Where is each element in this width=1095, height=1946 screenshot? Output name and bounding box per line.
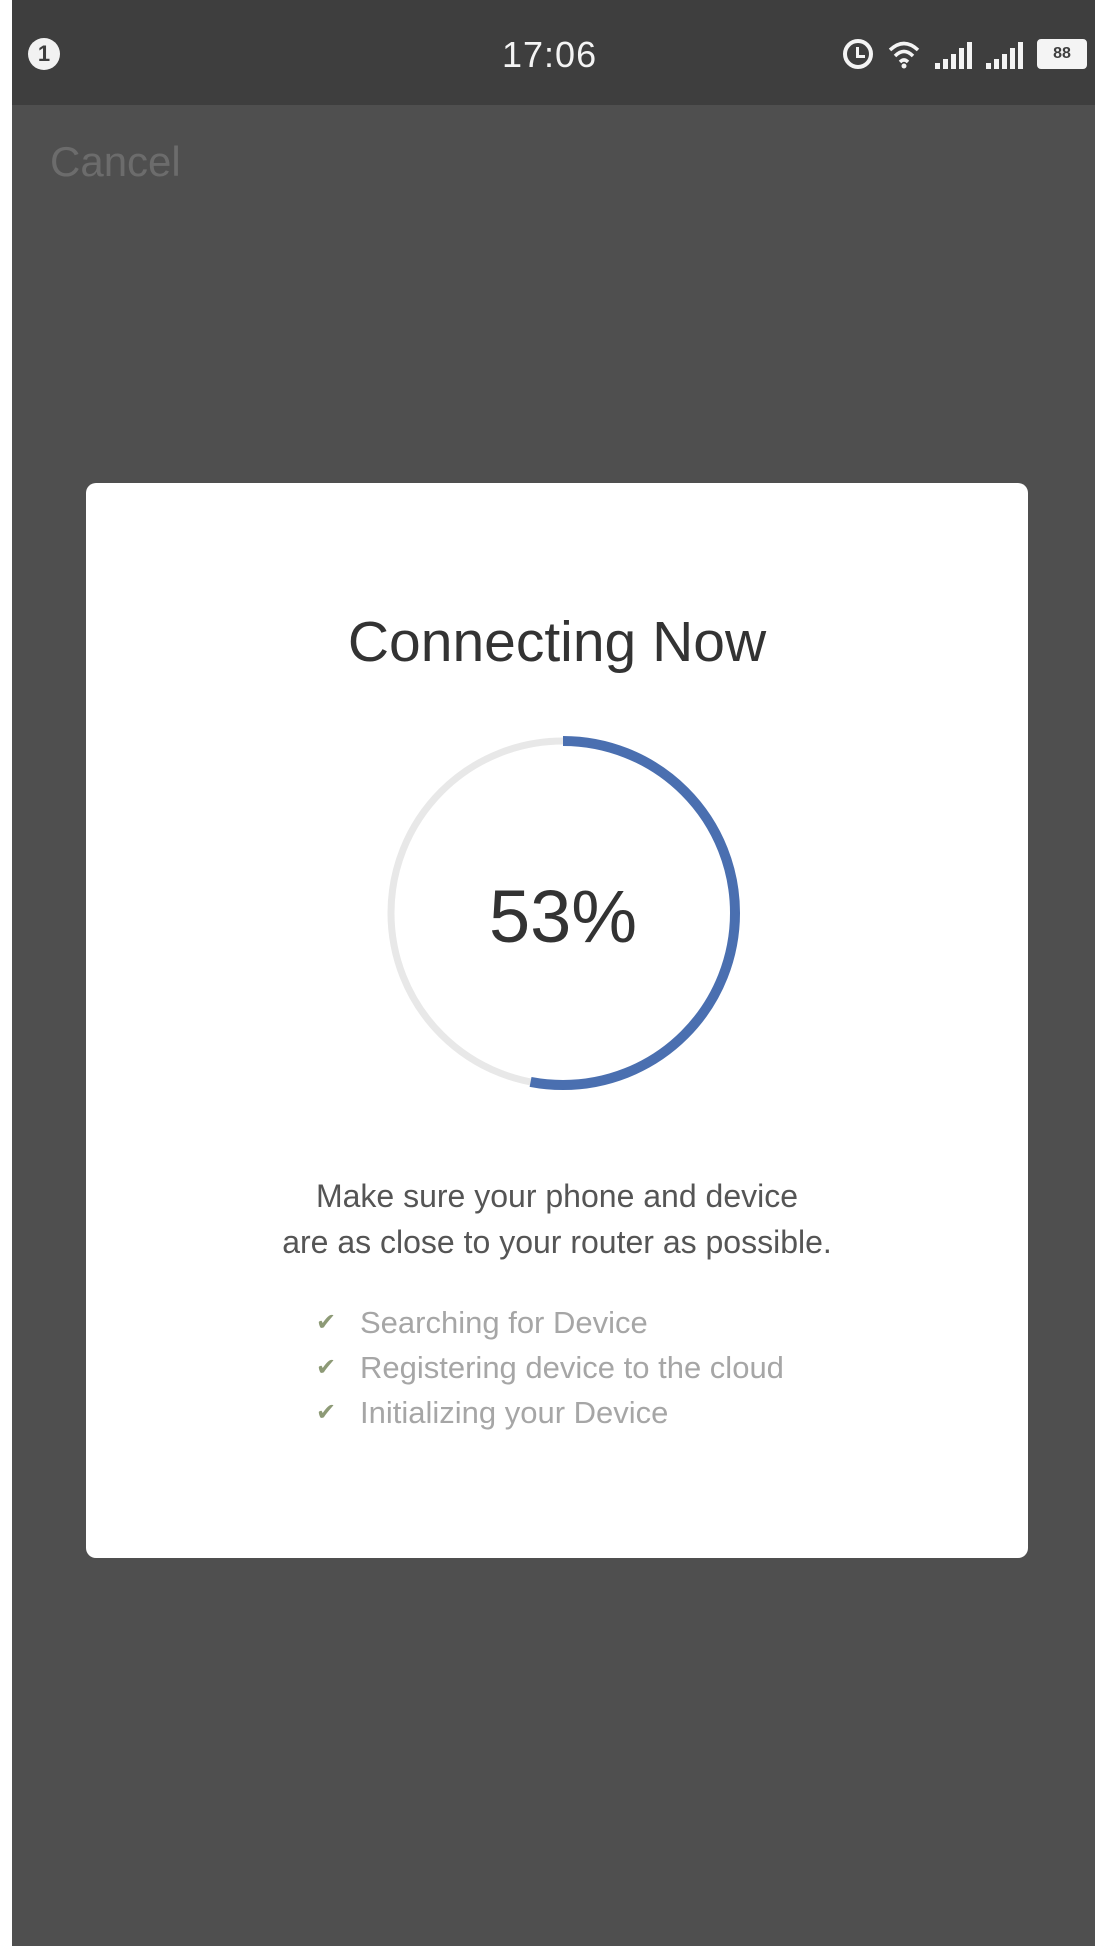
hint-line: Make sure your phone and device: [315, 1178, 799, 1214]
step-item: ✔ Initializing your Device: [316, 1390, 784, 1435]
status-icons: 88: [843, 32, 1087, 76]
signal-icon: [935, 39, 972, 69]
connecting-dialog: Connecting Now 53% Make sure your phone …: [86, 483, 1028, 1558]
progress-percent: 53%: [488, 875, 638, 958]
app-screen: 1 17:06 88 Cancel Connecting Now 53% Mak…: [12, 0, 1095, 1946]
step-label: Initializing your Device: [360, 1394, 669, 1430]
status-time: 17:06: [502, 34, 598, 75]
status-bar: 1 17:06 88: [12, 0, 1095, 105]
notification-icon: 1: [28, 38, 60, 70]
battery-icon: 88: [1037, 39, 1087, 69]
check-icon: ✔: [316, 1354, 337, 1381]
alarm-icon: [843, 39, 873, 69]
hint-line: are as close to your router as possible.: [282, 1224, 832, 1260]
check-icon: ✔: [316, 1399, 337, 1426]
step-label: Searching for Device: [360, 1304, 648, 1340]
connection-steps: ✔ Searching for Device ✔ Registering dev…: [316, 1300, 784, 1435]
step-item: ✔ Searching for Device: [316, 1300, 784, 1345]
progress-ring: 53%: [374, 724, 752, 1102]
proximity-hint: Make sure your phone and device are as c…: [86, 1173, 1028, 1265]
signal-icon: [986, 39, 1023, 69]
check-icon: ✔: [316, 1309, 337, 1336]
cancel-button[interactable]: Cancel: [50, 138, 181, 186]
step-label: Registering device to the cloud: [360, 1349, 784, 1385]
dialog-title: Connecting Now: [347, 610, 767, 674]
wifi-icon: [888, 41, 920, 69]
step-item: ✔ Registering device to the cloud: [316, 1345, 784, 1390]
